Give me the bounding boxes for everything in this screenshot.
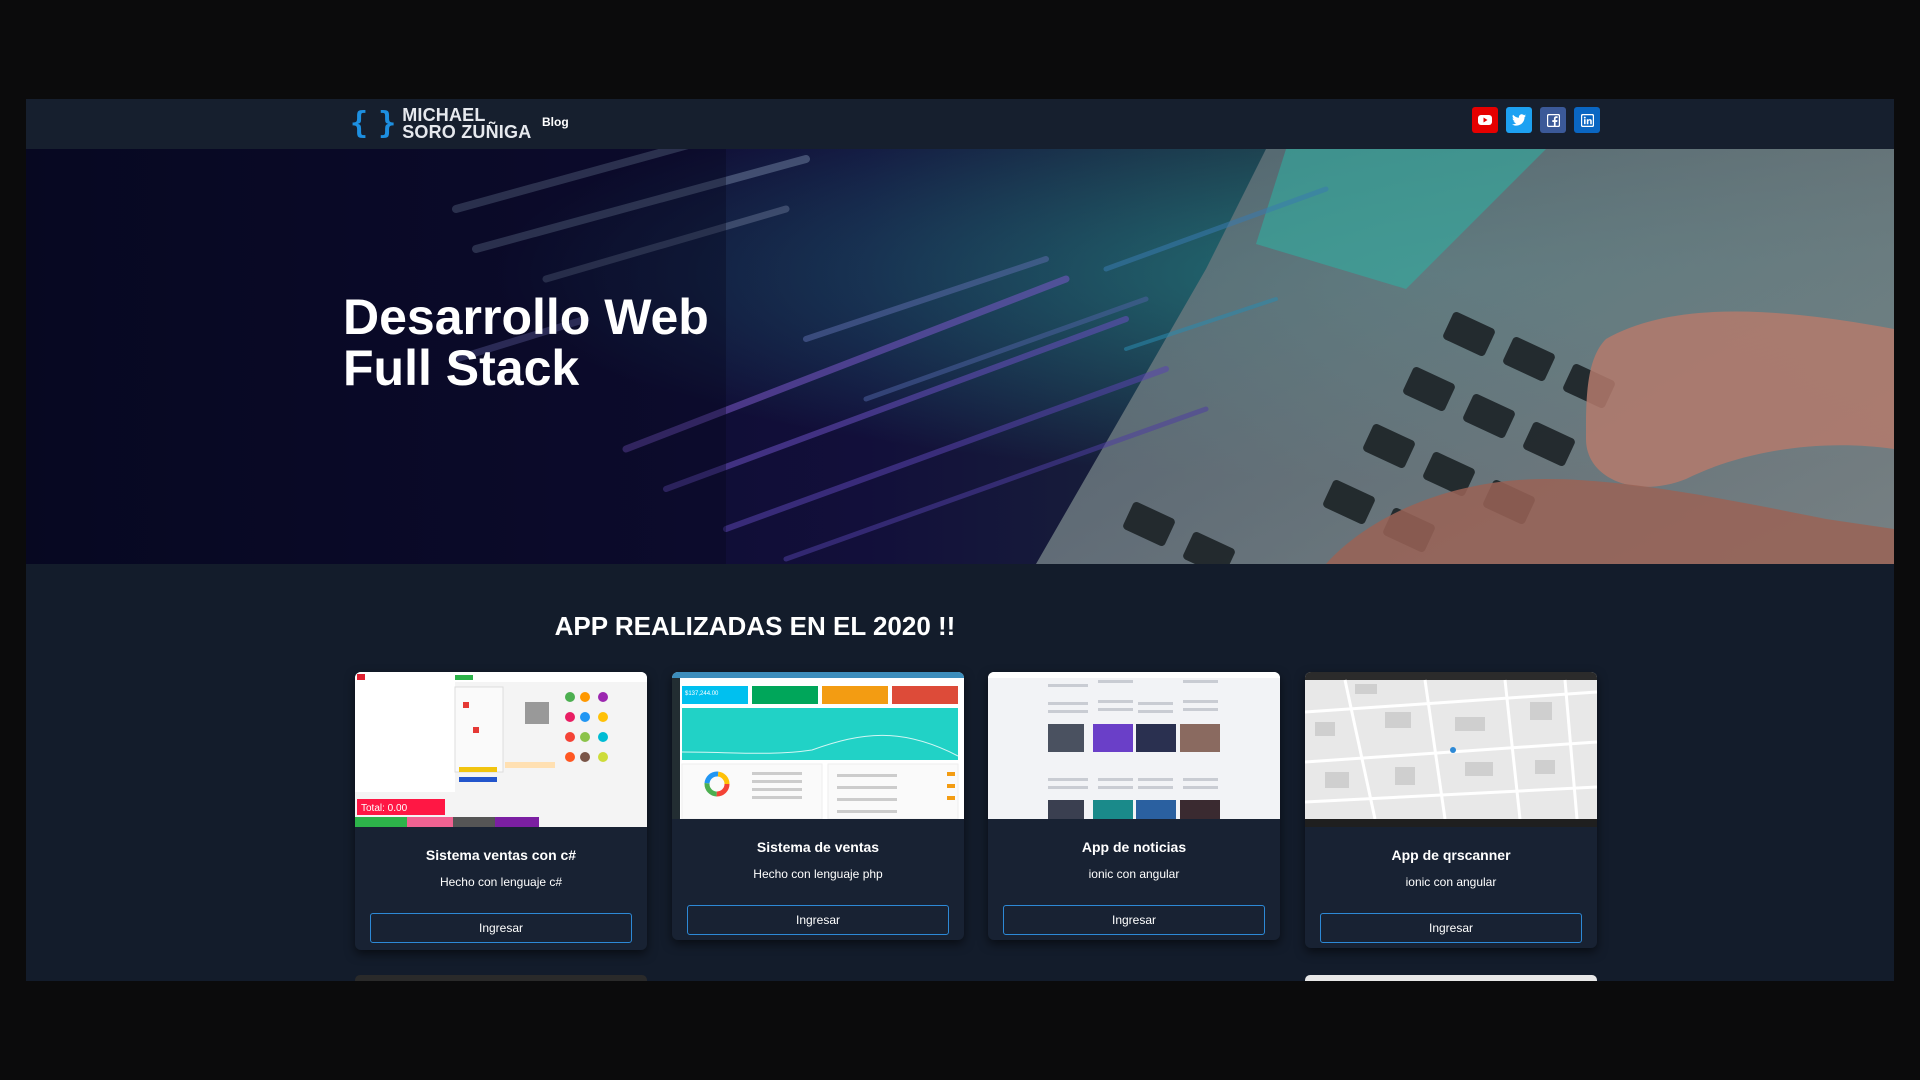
card-title: Sistema ventas con c# bbox=[425, 847, 577, 863]
project-card: $137,244.00 Sistema de ventas Hecho con … bbox=[672, 672, 964, 940]
youtube-button[interactable] bbox=[1472, 107, 1498, 133]
dashboard-stat-text: $137,244.00 bbox=[685, 691, 719, 697]
hero-banner: Desarrollo Web Full Stack bbox=[26, 149, 1894, 564]
card-title: Sistema de ventas bbox=[756, 839, 880, 855]
next-row-card-edge bbox=[355, 975, 647, 981]
youtube-icon bbox=[1478, 115, 1492, 125]
pos-app-screenshot-image: Total: 0.00 bbox=[355, 672, 647, 827]
brand-name-line1: MICHAEL bbox=[402, 104, 486, 125]
brand-logo[interactable]: { } MICHAEL SORO ZUÑIGA bbox=[350, 104, 532, 142]
card-thumbnail-qrscanner[interactable] bbox=[1305, 672, 1597, 827]
card-thumbnail-noticias[interactable] bbox=[988, 672, 1280, 819]
card-thumbnail-ventas-php[interactable]: $137,244.00 bbox=[672, 672, 964, 819]
next-row-card-edge bbox=[1305, 975, 1597, 981]
card-thumbnail-ventas-csharp[interactable]: Total: 0.00 bbox=[355, 672, 647, 827]
navbar: { } MICHAEL SORO ZUÑIGA Blog bbox=[26, 99, 1894, 149]
brace-logo-icon: { } bbox=[350, 106, 396, 141]
ingresar-button[interactable]: Ingresar bbox=[370, 913, 632, 943]
sales-dashboard-screenshot-image: $137,244.00 bbox=[672, 672, 964, 819]
nav-blog-link[interactable]: Blog bbox=[542, 115, 569, 129]
linkedin-icon bbox=[1580, 113, 1594, 127]
card-description: ionic con angular bbox=[1405, 875, 1497, 889]
twitter-button[interactable] bbox=[1506, 107, 1532, 133]
twitter-icon bbox=[1512, 114, 1526, 126]
ingresar-button[interactable]: Ingresar bbox=[1320, 913, 1582, 943]
hero-background-image bbox=[26, 149, 1894, 564]
hero-title-line2: Full Stack bbox=[343, 340, 580, 396]
card-description: Hecho con lenguaje c# bbox=[439, 875, 563, 889]
project-card: App de qrscanner ionic con angular Ingre… bbox=[1305, 672, 1597, 948]
map-app-screenshot-image bbox=[1305, 672, 1597, 827]
card-title: App de noticias bbox=[1081, 839, 1187, 855]
card-description: ionic con angular bbox=[1088, 867, 1180, 881]
ingresar-button[interactable]: Ingresar bbox=[1003, 905, 1265, 935]
news-app-screenshot-image bbox=[988, 672, 1280, 819]
page-viewport: { } MICHAEL SORO ZUÑIGA Blog Desarrollo … bbox=[26, 99, 1894, 981]
brand-name: MICHAEL SORO ZUÑIGA bbox=[402, 104, 532, 142]
card-description: Hecho con lenguaje php bbox=[753, 867, 883, 881]
project-card: Total: 0.00 Sistema ventas con c# Hecho … bbox=[355, 672, 647, 950]
card-title: App de qrscanner bbox=[1391, 847, 1511, 863]
hero-title-line1: Desarrollo Web bbox=[343, 289, 709, 345]
facebook-icon bbox=[1546, 113, 1560, 127]
project-card: App de noticias ionic con angular Ingres… bbox=[988, 672, 1280, 940]
linkedin-button[interactable] bbox=[1574, 107, 1600, 133]
facebook-button[interactable] bbox=[1540, 107, 1566, 133]
pos-total-text: Total: 0.00 bbox=[361, 803, 408, 814]
section-title: APP REALIZADAS EN EL 2020 !! bbox=[554, 611, 956, 641]
ingresar-button[interactable]: Ingresar bbox=[687, 905, 949, 935]
brand-name-line2: SORO ZUÑIGA bbox=[402, 121, 532, 142]
hero-title: Desarrollo Web Full Stack bbox=[343, 292, 709, 394]
social-links bbox=[1472, 107, 1600, 133]
